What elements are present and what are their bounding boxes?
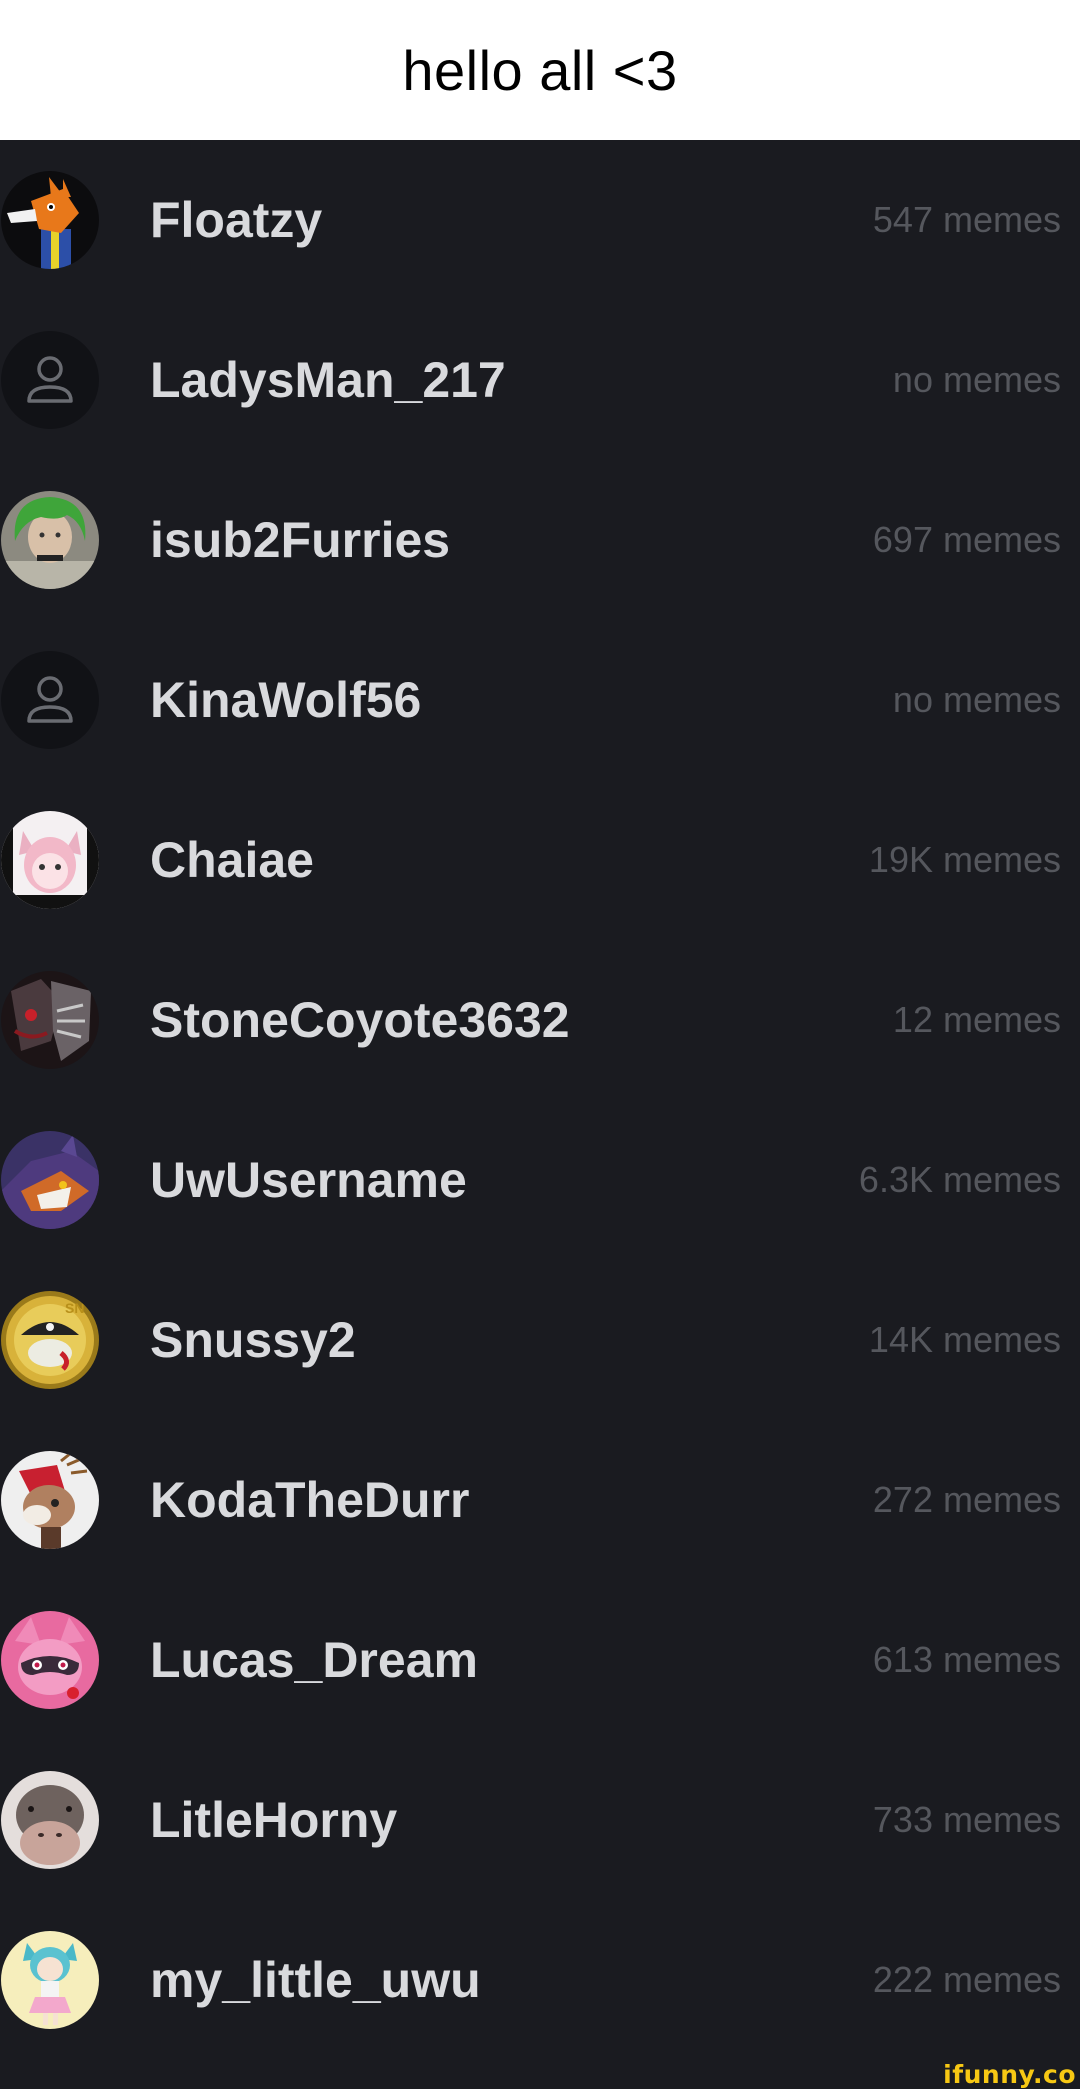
username[interactable]: UwUsername [150, 1100, 467, 1260]
caption-text: hello all <3 [402, 38, 678, 102]
username[interactable]: StoneCoyote3632 [150, 940, 570, 1100]
meme-count: 6.3K memes [858, 1159, 1061, 1200]
meme-count: 14K memes [868, 1319, 1061, 1360]
user-row[interactable]: LitleHorny 733 memes [0, 1740, 1080, 1900]
username[interactable]: KodaTheDurr [150, 1420, 469, 1580]
user-row[interactable]: KodaTheDurr 272 memes [0, 1420, 1080, 1580]
username[interactable]: my_little_uwu [150, 1900, 481, 2060]
ifunny-watermark: ifunny.co [943, 2060, 1076, 2089]
user-row[interactable]: LadysMan_217 no memes [0, 300, 1080, 460]
meme-count: 272 memes [872, 1479, 1061, 1520]
user-row[interactable]: Floatzy 547 memes [0, 140, 1080, 300]
user-row[interactable]: my_little_uwu 222 memes [0, 1900, 1080, 2060]
user-row[interactable]: KinaWolf56 no memes [0, 620, 1080, 780]
caption-bar: hello all <3 [0, 0, 1080, 140]
gold-pirate-coin-avatar[interactable]: SN [1, 1291, 99, 1389]
meme-count: 19K memes [868, 839, 1061, 880]
hippo-face-avatar[interactable] [1, 1771, 99, 1869]
username[interactable]: Snussy2 [150, 1260, 356, 1420]
user-row[interactable]: Lucas_Dream 613 memes [0, 1580, 1080, 1740]
username[interactable]: Chaiae [150, 780, 314, 940]
deer-character-avatar[interactable] [1, 1451, 99, 1549]
svg-text:SN: SN [65, 1300, 84, 1316]
user-row[interactable]: SN Snussy2 14K memes [0, 1260, 1080, 1420]
meme-count: 222 memes [872, 1959, 1061, 2000]
meme-count: 547 memes [872, 199, 1061, 240]
username[interactable]: KinaWolf56 [150, 620, 421, 780]
username[interactable]: LitleHorny [150, 1740, 397, 1900]
username[interactable]: LadysMan_217 [150, 300, 506, 460]
purple-dragon-avatar[interactable] [1, 1131, 99, 1229]
pink-anime-avatar[interactable] [1, 811, 99, 909]
meme-count: 12 memes [892, 999, 1061, 1040]
user-row[interactable]: Chaiae 19K memes [0, 780, 1080, 940]
default-user-icon[interactable] [1, 331, 99, 429]
user-list: Floatzy 547 memes LadysMan_217 no memes [0, 140, 1080, 2089]
meme-count: 697 memes [872, 519, 1061, 560]
meme-count: no memes [892, 359, 1061, 400]
meme-count: no memes [892, 679, 1061, 720]
pink-raccoon-avatar[interactable] [1, 1611, 99, 1709]
anime-girl-avatar[interactable] [1, 1931, 99, 2029]
default-user-icon[interactable] [1, 651, 99, 749]
user-row[interactable]: UwUsername 6.3K memes [0, 1100, 1080, 1260]
username[interactable]: Floatzy [150, 140, 322, 300]
meme-count: 613 memes [872, 1639, 1061, 1680]
fox-character-avatar[interactable] [1, 171, 99, 269]
meme-count: 733 memes [872, 1799, 1061, 1840]
username[interactable]: Lucas_Dream [150, 1580, 478, 1740]
dark-creature-avatar[interactable] [1, 971, 99, 1069]
green-hair-avatar[interactable] [1, 491, 99, 589]
user-row[interactable]: isub2Furries 697 memes [0, 460, 1080, 620]
username[interactable]: isub2Furries [150, 460, 450, 620]
user-row[interactable]: StoneCoyote3632 12 memes [0, 940, 1080, 1100]
